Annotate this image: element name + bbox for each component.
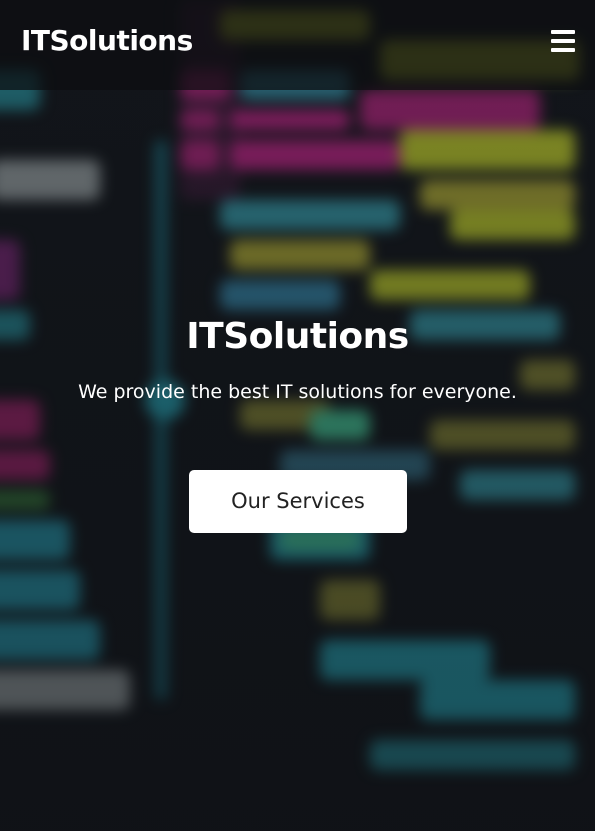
navbar: ITSolutions <box>0 0 595 90</box>
hero-title: ITSolutions <box>186 316 409 357</box>
menu-bar-bottom <box>551 48 575 52</box>
menu-bar-top <box>551 30 575 34</box>
page: ITSolutions ITSolutions We provide the b… <box>0 0 595 831</box>
menu-bar-middle <box>551 39 575 43</box>
hamburger-menu-icon[interactable] <box>551 30 575 52</box>
our-services-button[interactable]: Our Services <box>189 470 407 533</box>
hero-subtitle: We provide the best IT solutions for eve… <box>78 381 517 403</box>
hero-section: ITSolutions We provide the best IT solut… <box>0 90 595 831</box>
brand-logo[interactable]: ITSolutions <box>21 22 193 60</box>
